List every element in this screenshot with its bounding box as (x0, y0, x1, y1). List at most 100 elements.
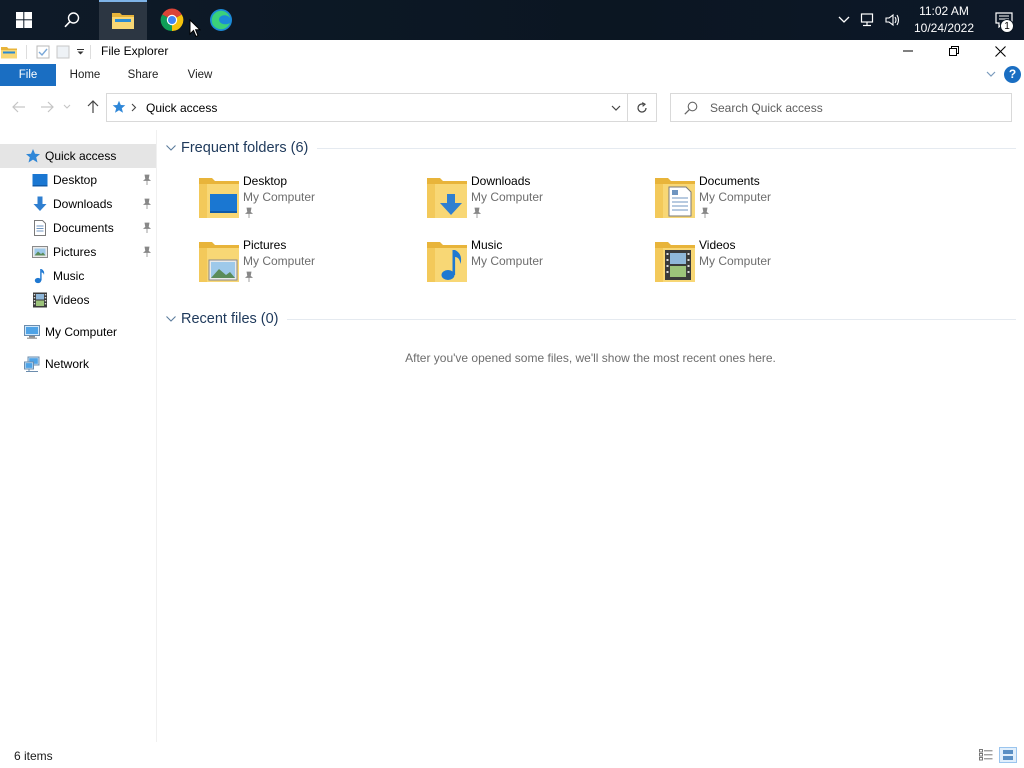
tray-network-button[interactable] (856, 0, 880, 40)
close-icon (994, 45, 1006, 57)
search-icon (684, 101, 698, 115)
window-icon[interactable] (0, 40, 18, 64)
window-title: File Explorer (101, 44, 169, 58)
search-box[interactable] (670, 93, 1012, 122)
new-folder-icon (56, 45, 70, 59)
tab-home[interactable]: Home (60, 64, 110, 86)
minimize-button[interactable] (885, 40, 931, 62)
folder-name: Downloads (471, 174, 531, 188)
nav-item-videos[interactable]: Videos (0, 288, 156, 312)
folder-tile-pictures[interactable]: Pictures My Computer (197, 238, 397, 294)
nav-item-quick-access[interactable]: Quick access (0, 144, 156, 168)
chevron-down-icon (166, 316, 176, 322)
qat-divider (90, 45, 91, 59)
pin-icon[interactable] (141, 198, 153, 210)
folder-tile-music[interactable]: Music My Computer (425, 238, 625, 294)
folder-tile-videos[interactable]: Videos My Computer (653, 238, 853, 294)
back-button[interactable] (8, 96, 30, 118)
search-input[interactable] (710, 99, 1000, 116)
nav-item-network[interactable]: Network (0, 352, 156, 376)
nav-item-documents[interactable]: Documents (0, 216, 156, 240)
breadcrumb-quick-access[interactable]: Quick access (146, 101, 217, 115)
quick-access-toolbar (0, 40, 91, 64)
breadcrumb-chevron-icon[interactable] (131, 103, 137, 112)
tab-share[interactable]: Share (120, 64, 166, 86)
qat-new-folder-button[interactable] (53, 40, 73, 64)
folder-icon (1, 47, 17, 59)
arrow-up-icon (87, 100, 99, 113)
arrow-right-icon (41, 101, 54, 113)
search-icon (64, 12, 80, 28)
clock-date: 10/24/2022 (913, 21, 975, 35)
taskbar-edge[interactable] (197, 0, 245, 40)
notification-count-badge: 1 (1000, 19, 1014, 33)
mouse-cursor-icon (189, 19, 201, 38)
recent-locations-button[interactable] (60, 96, 74, 118)
nav-item-music[interactable]: Music (0, 264, 156, 288)
pictures-icon (32, 246, 48, 258)
tiles-view-button[interactable] (999, 747, 1017, 763)
chevron-down-icon (611, 105, 621, 111)
tiles-view-icon (1003, 750, 1013, 760)
quick-access-star-icon (26, 149, 40, 163)
qat-properties-button[interactable] (33, 40, 53, 64)
restore-button[interactable] (931, 40, 977, 62)
up-button[interactable] (82, 96, 104, 118)
videos-icon (33, 292, 47, 308)
nav-item-downloads[interactable]: Downloads (0, 192, 156, 216)
pin-icon[interactable] (141, 246, 153, 258)
nav-item-desktop[interactable]: Desktop (0, 168, 156, 192)
tab-view[interactable]: View (178, 64, 222, 86)
start-button[interactable] (0, 0, 48, 40)
frequent-folders-header[interactable]: Frequent folders (6) (164, 137, 308, 159)
action-center-button[interactable]: 1 (984, 0, 1024, 40)
pin-icon[interactable] (699, 207, 711, 219)
nav-item-pictures[interactable]: Pictures (0, 240, 156, 264)
nav-item-my-computer[interactable]: My Computer (0, 320, 156, 344)
window-titlebar[interactable]: File Explorer (0, 40, 1024, 64)
navigation-pane: Quick access Desktop Downloads Documents… (0, 130, 157, 742)
folder-name: Videos (699, 238, 736, 252)
volume-icon (885, 13, 900, 27)
pin-icon[interactable] (243, 271, 255, 283)
address-history-button[interactable] (605, 94, 627, 121)
folder-location: My Computer (471, 190, 544, 204)
qat-customize-button[interactable] (73, 40, 87, 64)
tray-volume-button[interactable] (880, 0, 904, 40)
group-title: Recent files (0) (181, 311, 279, 327)
folder-name: Pictures (243, 238, 287, 252)
folder-location: My Computer (243, 190, 316, 204)
taskbar-file-explorer[interactable] (99, 0, 147, 40)
folder-name: Music (471, 238, 503, 252)
pin-icon[interactable] (471, 207, 483, 219)
folder-tile-documents[interactable]: Documents My Computer (653, 174, 853, 230)
pin-icon[interactable] (243, 207, 255, 219)
pin-icon[interactable] (141, 222, 153, 234)
details-view-icon (979, 749, 993, 761)
folder-tile-desktop[interactable]: Desktop My Computer (197, 174, 397, 230)
pin-icon[interactable] (141, 174, 153, 186)
recent-files-empty-message: After you've opened some files, we'll sh… (405, 351, 776, 365)
folder-location: My Computer (699, 190, 772, 204)
folder-name: Documents (699, 174, 760, 188)
network-tray-icon (860, 13, 874, 27)
close-button[interactable] (977, 40, 1023, 62)
properties-icon (36, 45, 50, 59)
taskbar: 11:02 AM 10/24/2022 1 (0, 0, 1024, 40)
tray-clock[interactable]: 11:02 AM 10/24/2022 (908, 3, 980, 37)
tab-file[interactable]: File (0, 64, 56, 86)
folder-tile-downloads[interactable]: Downloads My Computer (425, 174, 625, 230)
expand-ribbon-button[interactable] (984, 67, 998, 81)
downloads-icon (33, 196, 47, 211)
tray-expand-button[interactable] (832, 0, 856, 40)
help-button[interactable]: ? (1004, 66, 1021, 83)
nav-label: Network (45, 357, 90, 371)
folder-location: My Computer (699, 254, 772, 268)
ribbon: File Home Share View ? (0, 64, 1024, 86)
refresh-button[interactable] (627, 94, 656, 121)
recent-files-header[interactable]: Recent files (0) (164, 308, 279, 330)
taskbar-search-button[interactable] (48, 0, 96, 40)
details-view-button[interactable] (977, 747, 995, 763)
forward-button[interactable] (36, 96, 58, 118)
address-bar[interactable]: Quick access (106, 93, 657, 122)
